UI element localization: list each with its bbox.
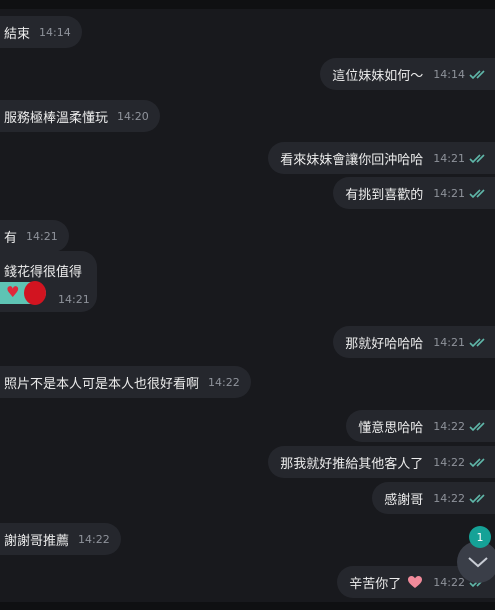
message-time: 14:21 bbox=[58, 293, 90, 306]
unread-count-badge: 1 bbox=[469, 526, 491, 548]
message-bubble-outgoing[interactable]: 那我就好推給其他客人了 14:22 bbox=[268, 446, 495, 478]
message-bubble-outgoing[interactable]: 這位妹妹如何～ 14:14 bbox=[320, 58, 495, 90]
message-bubble-outgoing[interactable]: 懂意思哈哈 14:22 bbox=[346, 410, 495, 442]
reaction-chip[interactable]: ♥ bbox=[0, 281, 46, 305]
message-bubble-incoming[interactable]: 結束 14:14 bbox=[0, 16, 82, 48]
message-bubble-outgoing[interactable]: 感謝哥 14:22 bbox=[372, 482, 495, 514]
message-text: 這位妹妹如何～ bbox=[332, 68, 424, 84]
message-text: 結束 bbox=[4, 26, 31, 42]
message-text: 有挑到喜歡的 bbox=[345, 187, 424, 203]
message-bubble-incoming-with-reaction[interactable]: 錢花得很值得 ♥ 14:21 bbox=[0, 251, 97, 312]
message-text: 服務極棒溫柔懂玩 bbox=[4, 110, 109, 126]
message-time: 14:22 bbox=[433, 455, 465, 469]
message-text: 懂意思哈哈 bbox=[358, 420, 424, 436]
message-bubble-incoming[interactable]: 有 14:21 bbox=[0, 220, 69, 252]
message-time: 14:21 bbox=[433, 186, 465, 200]
read-receipt-icon bbox=[469, 458, 485, 468]
avatar bbox=[24, 281, 46, 305]
message-text: 看來妹妹會讓你回沖哈哈 bbox=[280, 152, 424, 168]
read-receipt-icon bbox=[469, 189, 485, 199]
read-receipt-icon bbox=[469, 154, 485, 164]
message-text: 謝謝哥推薦 bbox=[4, 533, 70, 549]
message-bubble-incoming[interactable]: 服務極棒溫柔懂玩 14:20 bbox=[0, 100, 160, 132]
read-receipt-icon bbox=[469, 422, 485, 432]
chevron-down-icon bbox=[468, 557, 488, 568]
message-text: 感謝哥 bbox=[384, 492, 424, 508]
message-time: 14:20 bbox=[117, 109, 149, 123]
message-time: 14:22 bbox=[433, 419, 465, 433]
message-time: 14:21 bbox=[433, 335, 465, 349]
message-bubble-incoming[interactable]: 謝謝哥推薦 14:22 bbox=[0, 523, 121, 555]
read-receipt-icon bbox=[469, 70, 485, 80]
message-time: 14:21 bbox=[433, 151, 465, 165]
window-bottom-edge bbox=[0, 602, 495, 610]
message-text: 那我就好推給其他客人了 bbox=[280, 456, 424, 472]
heart-hands-icon bbox=[408, 576, 423, 588]
read-receipt-icon bbox=[469, 338, 485, 348]
message-text: 那就好哈哈哈 bbox=[345, 336, 424, 352]
read-receipt-icon bbox=[469, 494, 485, 504]
message-text: 錢花得很值得 bbox=[4, 265, 83, 280]
message-time: 14:22 bbox=[78, 532, 110, 546]
message-time: 14:14 bbox=[39, 25, 71, 39]
message-time: 14:22 bbox=[433, 575, 465, 589]
message-time: 14:22 bbox=[433, 491, 465, 505]
message-bubble-incoming[interactable]: 照片不是本人可是本人也很好看啊 14:22 bbox=[0, 366, 251, 398]
heart-icon: ♥ bbox=[6, 283, 20, 301]
message-text: 照片不是本人可是本人也很好看啊 bbox=[4, 376, 200, 392]
message-bubble-outgoing[interactable]: 有挑到喜歡的 14:21 bbox=[333, 177, 495, 209]
window-top-edge bbox=[0, 0, 495, 9]
message-bubble-outgoing[interactable]: 那就好哈哈哈 14:21 bbox=[333, 326, 495, 358]
message-time: 14:22 bbox=[208, 375, 240, 389]
message-time: 14:21 bbox=[26, 229, 58, 243]
message-text: 有 bbox=[4, 230, 18, 246]
message-bubble-outgoing[interactable]: 看來妹妹會讓你回沖哈哈 14:21 bbox=[268, 142, 495, 174]
message-text: 辛苦你了 bbox=[349, 576, 402, 592]
message-time: 14:14 bbox=[433, 67, 465, 81]
